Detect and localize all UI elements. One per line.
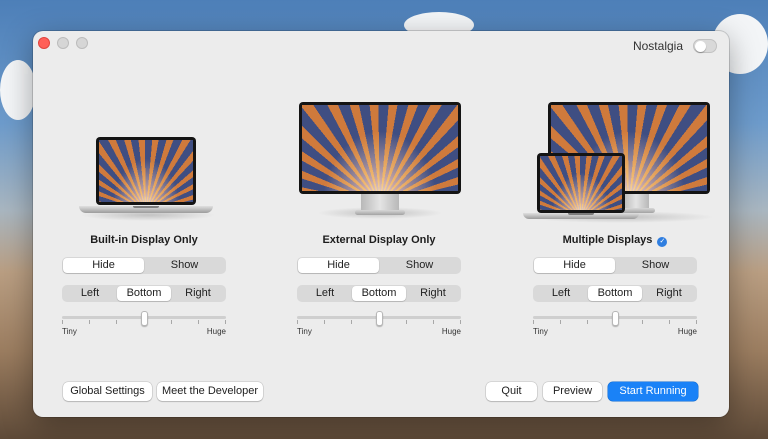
slider-tick xyxy=(432,320,434,324)
slider-min-label: Tiny xyxy=(62,327,77,336)
slider-tick xyxy=(116,320,118,324)
wallpaper xyxy=(99,140,193,202)
position-segmented-control: Left Bottom Right xyxy=(533,285,697,302)
wallpaper xyxy=(302,105,458,191)
position-segmented-control: Left Bottom Right xyxy=(62,285,226,302)
slider-tick xyxy=(197,320,199,324)
size-slider[interactable] xyxy=(533,311,697,329)
segment-show[interactable]: Show xyxy=(615,258,696,273)
slider-min-label: Tiny xyxy=(297,327,312,336)
column-title: Built-in Display Only xyxy=(90,234,198,246)
slider-tick xyxy=(668,320,670,324)
segment-hide[interactable]: Hide xyxy=(534,258,615,273)
wallpaper xyxy=(540,156,622,210)
segment-show[interactable]: Show xyxy=(144,258,225,273)
window-controls xyxy=(38,37,88,49)
segment-hide[interactable]: Hide xyxy=(298,258,379,273)
segment-left[interactable]: Left xyxy=(298,286,352,301)
laptop-screen xyxy=(96,137,196,205)
laptop-notch xyxy=(568,213,594,215)
slider-thumb[interactable] xyxy=(375,311,383,326)
visibility-segmented-control: Hide Show xyxy=(297,257,461,274)
slider-tick xyxy=(297,320,298,324)
visibility-segmented-control: Hide Show xyxy=(62,257,226,274)
preview-button[interactable]: Preview xyxy=(543,382,602,401)
segment-bottom[interactable]: Bottom xyxy=(117,286,171,301)
slider-max-label: Huge xyxy=(441,327,461,336)
global-settings-button[interactable]: Global Settings xyxy=(63,382,152,401)
slider-tick xyxy=(696,320,697,324)
segment-left[interactable]: Left xyxy=(534,286,588,301)
slider-tick xyxy=(460,320,461,324)
column-title: External Display Only xyxy=(322,234,436,246)
segment-right[interactable]: Right xyxy=(642,286,696,301)
meet-developer-button[interactable]: Meet the Developer xyxy=(157,382,263,401)
quit-button[interactable]: Quit xyxy=(486,382,537,401)
slider-max-label: Huge xyxy=(677,327,697,336)
monitor-foot xyxy=(355,210,405,215)
slider-tick xyxy=(62,320,63,324)
slider-tick xyxy=(533,320,534,324)
slider-tick xyxy=(560,320,562,324)
slider-max-label: Huge xyxy=(206,327,226,336)
background-cloud xyxy=(0,60,36,120)
slider-tick xyxy=(170,320,172,324)
slider-tick xyxy=(351,320,353,324)
size-slider[interactable] xyxy=(297,311,461,329)
visibility-segmented-control: Hide Show xyxy=(533,257,697,274)
size-slider[interactable] xyxy=(62,311,226,329)
laptop-base xyxy=(79,206,213,213)
monitor-screen xyxy=(299,102,461,194)
slider-thumb[interactable] xyxy=(611,311,619,326)
minimize-window-button[interactable] xyxy=(57,37,69,49)
segment-bottom[interactable]: Bottom xyxy=(588,286,642,301)
app-window: Nostalgia Built-in Display Only Hide Sho… xyxy=(33,31,729,417)
checkmark-icon: ✓ xyxy=(657,237,668,247)
zoom-window-button[interactable] xyxy=(76,37,88,49)
slider-tick xyxy=(225,320,226,324)
nostalgia-setting: Nostalgia xyxy=(633,39,717,53)
column-title: Multiple Displays ✓ xyxy=(533,234,697,247)
slider-tick xyxy=(89,320,91,324)
nostalgia-toggle[interactable] xyxy=(693,39,717,53)
slider-thumb[interactable] xyxy=(140,311,148,326)
close-window-button[interactable] xyxy=(38,37,50,49)
slider-tick xyxy=(641,320,643,324)
segment-left[interactable]: Left xyxy=(63,286,117,301)
position-segmented-control: Left Bottom Right xyxy=(297,285,461,302)
laptop-base xyxy=(523,213,639,219)
segment-hide[interactable]: Hide xyxy=(63,258,144,273)
slider-tick xyxy=(587,320,589,324)
segment-show[interactable]: Show xyxy=(379,258,460,273)
slider-tick xyxy=(405,320,407,324)
start-running-button[interactable]: Start Running xyxy=(608,382,698,401)
monitor-stand xyxy=(361,194,399,210)
laptop-notch xyxy=(133,206,159,208)
segment-right[interactable]: Right xyxy=(406,286,460,301)
segment-bottom[interactable]: Bottom xyxy=(352,286,406,301)
segment-right[interactable]: Right xyxy=(171,286,225,301)
nostalgia-label: Nostalgia xyxy=(632,39,683,53)
monitor-stand xyxy=(623,194,649,208)
toggle-knob xyxy=(695,41,706,52)
slider-min-label: Tiny xyxy=(533,327,548,336)
slider-tick xyxy=(324,320,326,324)
laptop-screen xyxy=(537,153,625,213)
